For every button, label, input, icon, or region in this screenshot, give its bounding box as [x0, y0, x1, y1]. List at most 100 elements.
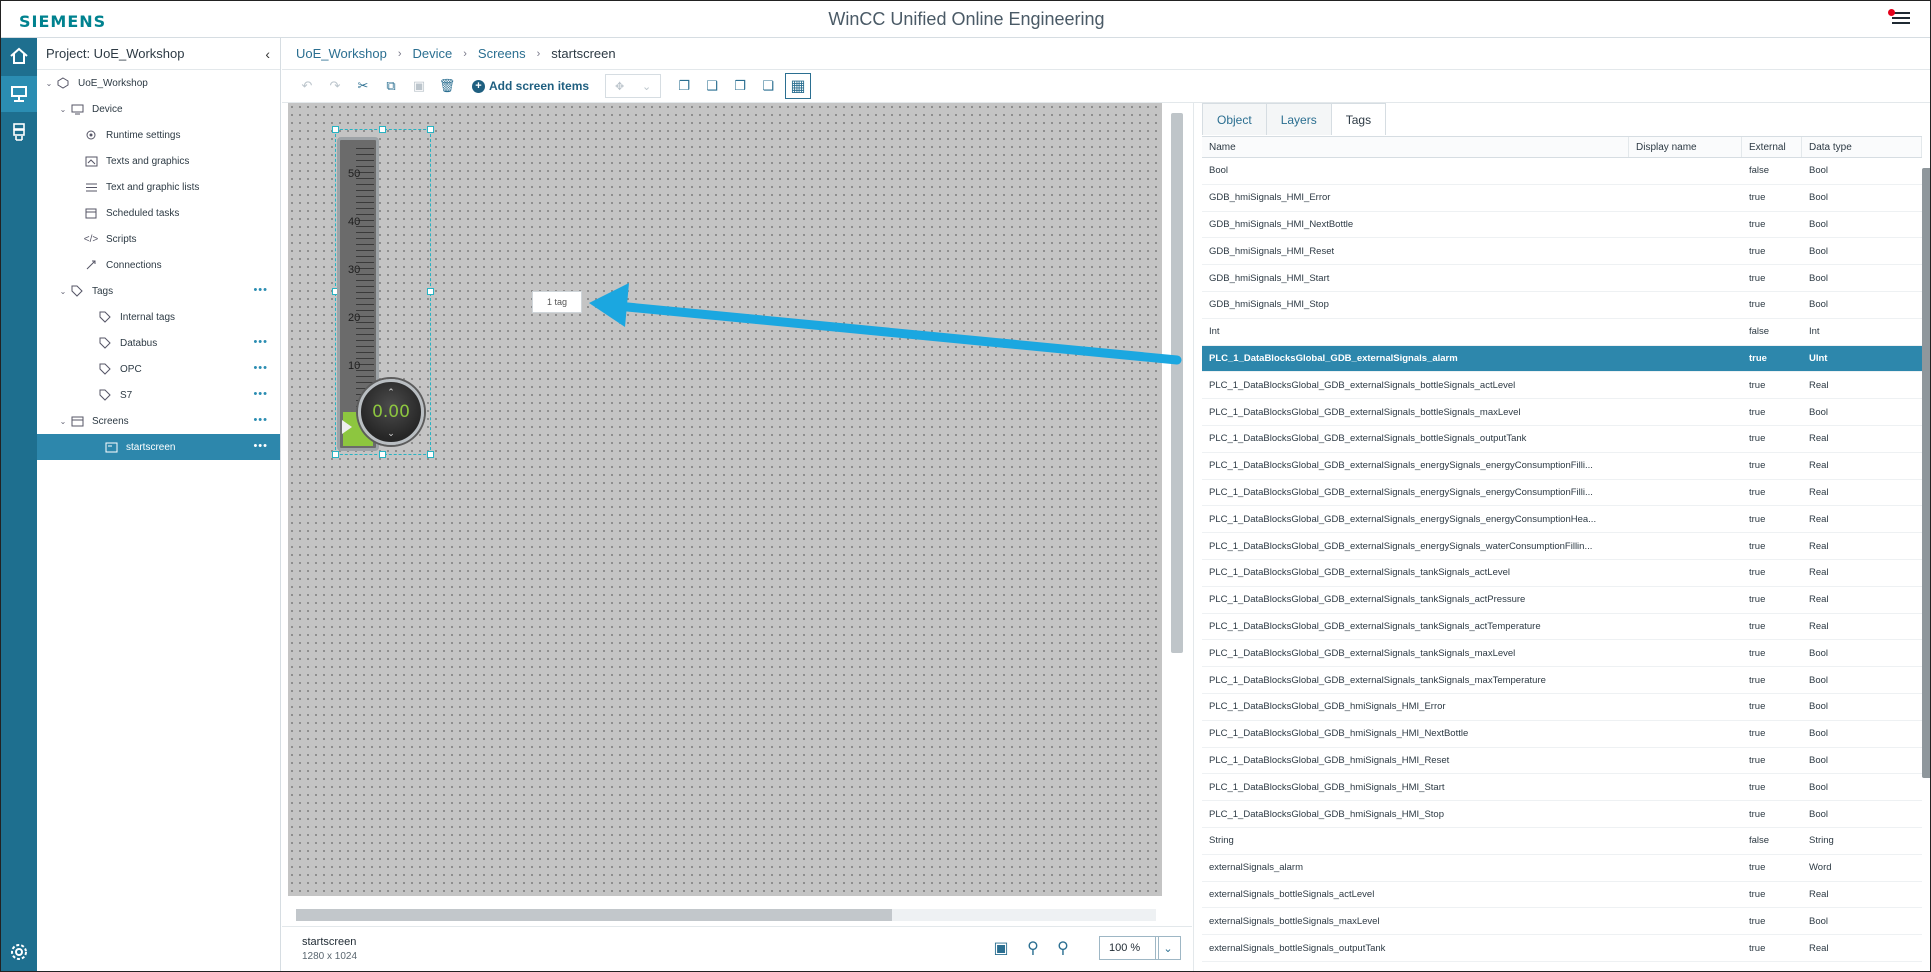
send-backward-icon[interactable]: ❒	[729, 75, 751, 97]
table-row[interactable]: GDB_hmiSignals_HMI_Stop true Bool	[1202, 292, 1922, 319]
redo-icon[interactable]: ↷	[324, 75, 346, 97]
table-row[interactable]: GDB_hmiSignals_HMI_Start true Bool	[1202, 265, 1922, 292]
table-row[interactable]: PLC_1_DataBlocksGlobal_GDB_externalSigna…	[1202, 480, 1922, 507]
table-row[interactable]: externalSignals_alarm true Word	[1202, 855, 1922, 882]
tree-item-startscreen[interactable]: startscreen •••	[37, 434, 280, 460]
more-options-icon[interactable]: •••	[253, 362, 268, 374]
zoom-input[interactable]: 100 %	[1099, 936, 1159, 960]
chevron-down-icon[interactable]: ⌄	[57, 287, 69, 296]
tab-tags[interactable]: Tags	[1330, 103, 1387, 135]
tree-item-databus[interactable]: Databus •••	[37, 330, 280, 356]
tree-item-connections[interactable]: Connections	[37, 252, 280, 278]
resize-handle[interactable]	[427, 126, 434, 133]
tree-item-screens[interactable]: ⌄ Screens •••	[37, 408, 280, 434]
table-row[interactable]: externalSignals_bottleSignals_actLevel tr…	[1202, 882, 1922, 909]
table-row[interactable]: GDB_hmiSignals_HMI_Error true Bool	[1202, 185, 1922, 212]
more-options-icon[interactable]: •••	[253, 388, 268, 400]
table-row[interactable]: externalSignals_bottleSignals_outputTank…	[1202, 935, 1922, 962]
zoom-in-icon[interactable]: ⚲	[1052, 937, 1074, 959]
tree-item-scheduled-tasks[interactable]: Scheduled tasks	[37, 200, 280, 226]
table-row[interactable]: Int false Int	[1202, 319, 1922, 346]
breadcrumb-item[interactable]: Screens	[478, 46, 526, 61]
column-header-name[interactable]: Name	[1202, 137, 1629, 157]
tree-item-text-graphic-lists[interactable]: Text and graphic lists	[37, 174, 280, 200]
tab-layers[interactable]: Layers	[1265, 103, 1332, 135]
add-screen-items-button[interactable]: + Add screen items	[472, 79, 589, 93]
table-row[interactable]: PLC_1_DataBlocksGlobal_GDB_externalSigna…	[1202, 453, 1922, 480]
grid-toggle-icon[interactable]: ▦	[785, 73, 812, 99]
tree-item-device[interactable]: ⌄ Device	[37, 96, 280, 122]
table-row[interactable]: GDB_hmiSignals_HMI_NextBottle true Bool	[1202, 212, 1922, 239]
more-options-icon[interactable]: •••	[253, 284, 268, 296]
table-row[interactable]: PLC_1_DataBlocksGlobal_GDB_externalSigna…	[1202, 399, 1922, 426]
tree-item-tags[interactable]: ⌄ Tags •••	[37, 278, 280, 304]
table-row[interactable]: Bool false Bool	[1202, 158, 1922, 185]
more-options-icon[interactable]: •••	[253, 440, 268, 452]
tree-item-opc[interactable]: OPC •••	[37, 356, 280, 382]
canvas-vertical-scrollbar[interactable]	[1171, 113, 1183, 653]
chevron-up-icon[interactable]: ⌃	[361, 387, 421, 398]
table-row[interactable]: PLC_1_DataBlocksGlobal_GDB_externalSigna…	[1202, 667, 1922, 694]
breadcrumb-item[interactable]: Device	[412, 46, 452, 61]
chevron-down-icon[interactable]: ⌄	[361, 428, 421, 439]
table-row[interactable]: PLC_1_DataBlocksGlobal_GDB_hmiSignals_HM…	[1202, 694, 1922, 721]
tab-object[interactable]: Object	[1202, 103, 1267, 135]
table-row[interactable]: PLC_1_DataBlocksGlobal_GDB_hmiSignals_HM…	[1202, 721, 1922, 748]
resize-handle[interactable]	[379, 126, 386, 133]
resize-handle[interactable]	[332, 451, 339, 458]
cut-icon[interactable]: ✂	[352, 75, 374, 97]
screens-icon[interactable]	[1, 76, 37, 112]
resize-handle[interactable]	[332, 126, 339, 133]
bring-to-front-icon[interactable]: ❐	[673, 75, 695, 97]
scrollbar-thumb[interactable]	[296, 909, 892, 921]
table-row[interactable]: String false String	[1202, 828, 1922, 855]
column-header-external[interactable]: External	[1742, 137, 1802, 157]
table-row[interactable]: PLC_1_DataBlocksGlobal_GDB_hmiSignals_HM…	[1202, 774, 1922, 802]
tags-table-scrollbar[interactable]	[1922, 168, 1930, 778]
table-row[interactable]: PLC_1_DataBlocksGlobal_GDB_externalSigna…	[1202, 372, 1922, 400]
send-to-back-icon[interactable]: ❏	[757, 75, 779, 97]
copy-icon[interactable]: ⧉	[380, 75, 402, 97]
more-options-icon[interactable]: •••	[253, 336, 268, 348]
table-row[interactable]: PLC_1_DataBlocksGlobal_GDB_externalSigna…	[1202, 506, 1922, 534]
delete-icon[interactable]: 🗑	[436, 75, 458, 97]
breadcrumb-item[interactable]: UoE_Workshop	[296, 46, 387, 61]
collapse-panel-icon[interactable]: ‹	[265, 46, 270, 62]
table-row[interactable]: PLC_1_DataBlocksGlobal_GDB_externalSigna…	[1202, 345, 1922, 373]
fit-to-screen-icon[interactable]: ▣	[990, 937, 1012, 959]
table-row[interactable]: externalSignals_bottleSignals_maxLevel tr…	[1202, 908, 1922, 936]
tree-item-texts-graphics[interactable]: Texts and graphics	[37, 148, 280, 174]
table-row[interactable]: PLC_1_DataBlocksGlobal_GDB_externalSigna…	[1202, 640, 1922, 668]
resize-handle[interactable]	[427, 288, 434, 295]
column-header-data-type[interactable]: Data type	[1802, 137, 1922, 157]
table-row[interactable]: PLC_1_DataBlocksGlobal_GDB_hmiSignals_HM…	[1202, 748, 1922, 775]
devices-icon[interactable]	[1, 114, 37, 150]
chevron-down-icon[interactable]: ⌄	[57, 105, 69, 114]
chevron-down-icon[interactable]: ⌄	[57, 417, 69, 426]
table-row[interactable]: PLC_1_DataBlocksGlobal_GDB_externalSigna…	[1202, 426, 1922, 453]
table-row[interactable]: PLC_1_DataBlocksGlobal_GDB_externalSigna…	[1202, 587, 1922, 614]
paste-icon[interactable]: ▣	[408, 75, 430, 97]
tree-item-internal-tags[interactable]: Internal tags	[37, 304, 280, 330]
screen-canvas[interactable]: 50 40 30 20 10 ⌃ 0.00 ⌄ 1 tag	[288, 103, 1162, 896]
settings-icon[interactable]	[1, 934, 37, 970]
undo-icon[interactable]: ↶	[296, 75, 318, 97]
tree-item-runtime-settings[interactable]: Runtime settings	[37, 122, 280, 148]
value-knob[interactable]: ⌃ 0.00 ⌄	[358, 379, 424, 445]
resize-handle[interactable]	[427, 451, 434, 458]
tree-item-s7[interactable]: S7 •••	[37, 382, 280, 408]
tree-item-project[interactable]: ⌄ UoE_Workshop	[37, 70, 280, 96]
table-row[interactable]: GDB_hmiSignals_HMI_Reset true Bool	[1202, 238, 1922, 266]
tree-item-scripts[interactable]: </> Scripts	[37, 226, 280, 252]
chevron-down-icon[interactable]: ⌄	[43, 79, 55, 88]
canvas-horizontal-scrollbar[interactable]	[296, 909, 1156, 921]
table-row[interactable]: PLC_1_DataBlocksGlobal_GDB_externalSigna…	[1202, 560, 1922, 587]
table-row[interactable]: PLC_1_DataBlocksGlobal_GDB_hmiSignals_HM…	[1202, 801, 1922, 828]
more-options-icon[interactable]: •••	[253, 414, 268, 426]
table-row[interactable]: PLC_1_DataBlocksGlobal_GDB_externalSigna…	[1202, 533, 1922, 560]
menu-icon[interactable]	[1888, 9, 1910, 26]
resize-handle[interactable]	[379, 451, 386, 458]
column-header-display-name[interactable]: Display name	[1629, 137, 1742, 157]
align-dropdown[interactable]: ✥ ⌄	[605, 74, 662, 98]
bring-forward-icon[interactable]: ❑	[701, 75, 723, 97]
